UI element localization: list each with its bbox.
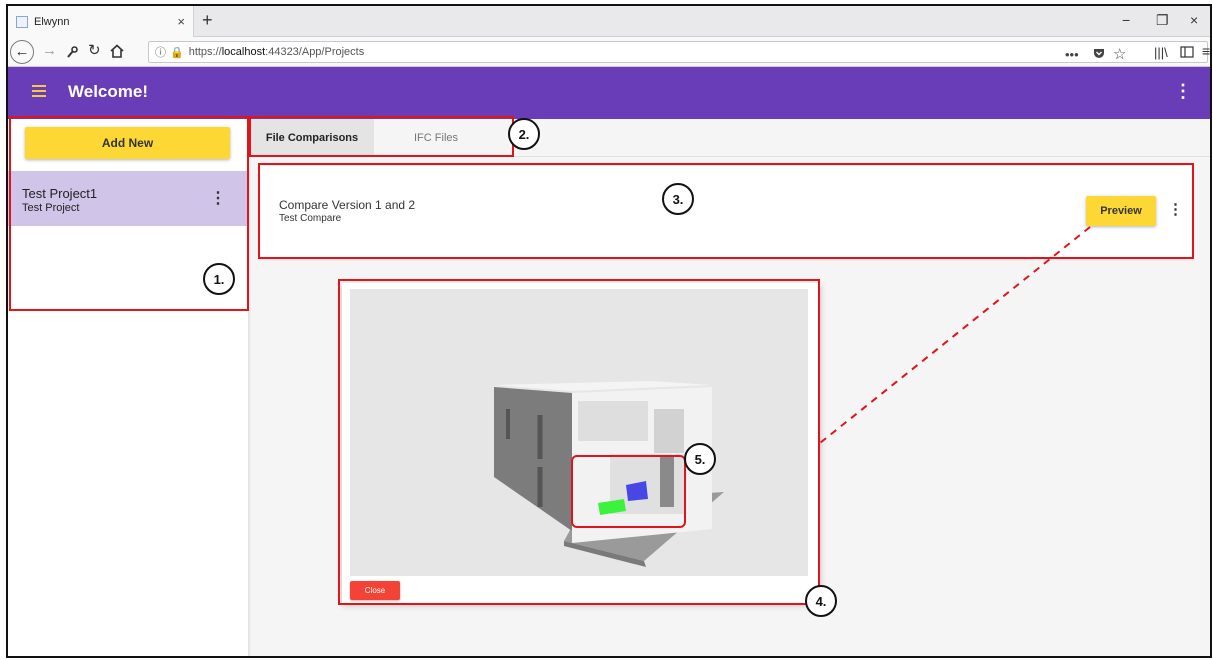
annotation-leader-line — [819, 226, 1091, 444]
callout-4: 4. — [805, 585, 837, 617]
callout-5: 5. — [684, 443, 716, 475]
callout-2: 2. — [508, 118, 540, 150]
callout-1: 1. — [203, 263, 235, 295]
callout-3: 3. — [662, 183, 694, 215]
screenshot-frame: Elwynn × + − ❐ × ← → ↻ ⓘ 🔒 https:// loca… — [6, 4, 1212, 658]
